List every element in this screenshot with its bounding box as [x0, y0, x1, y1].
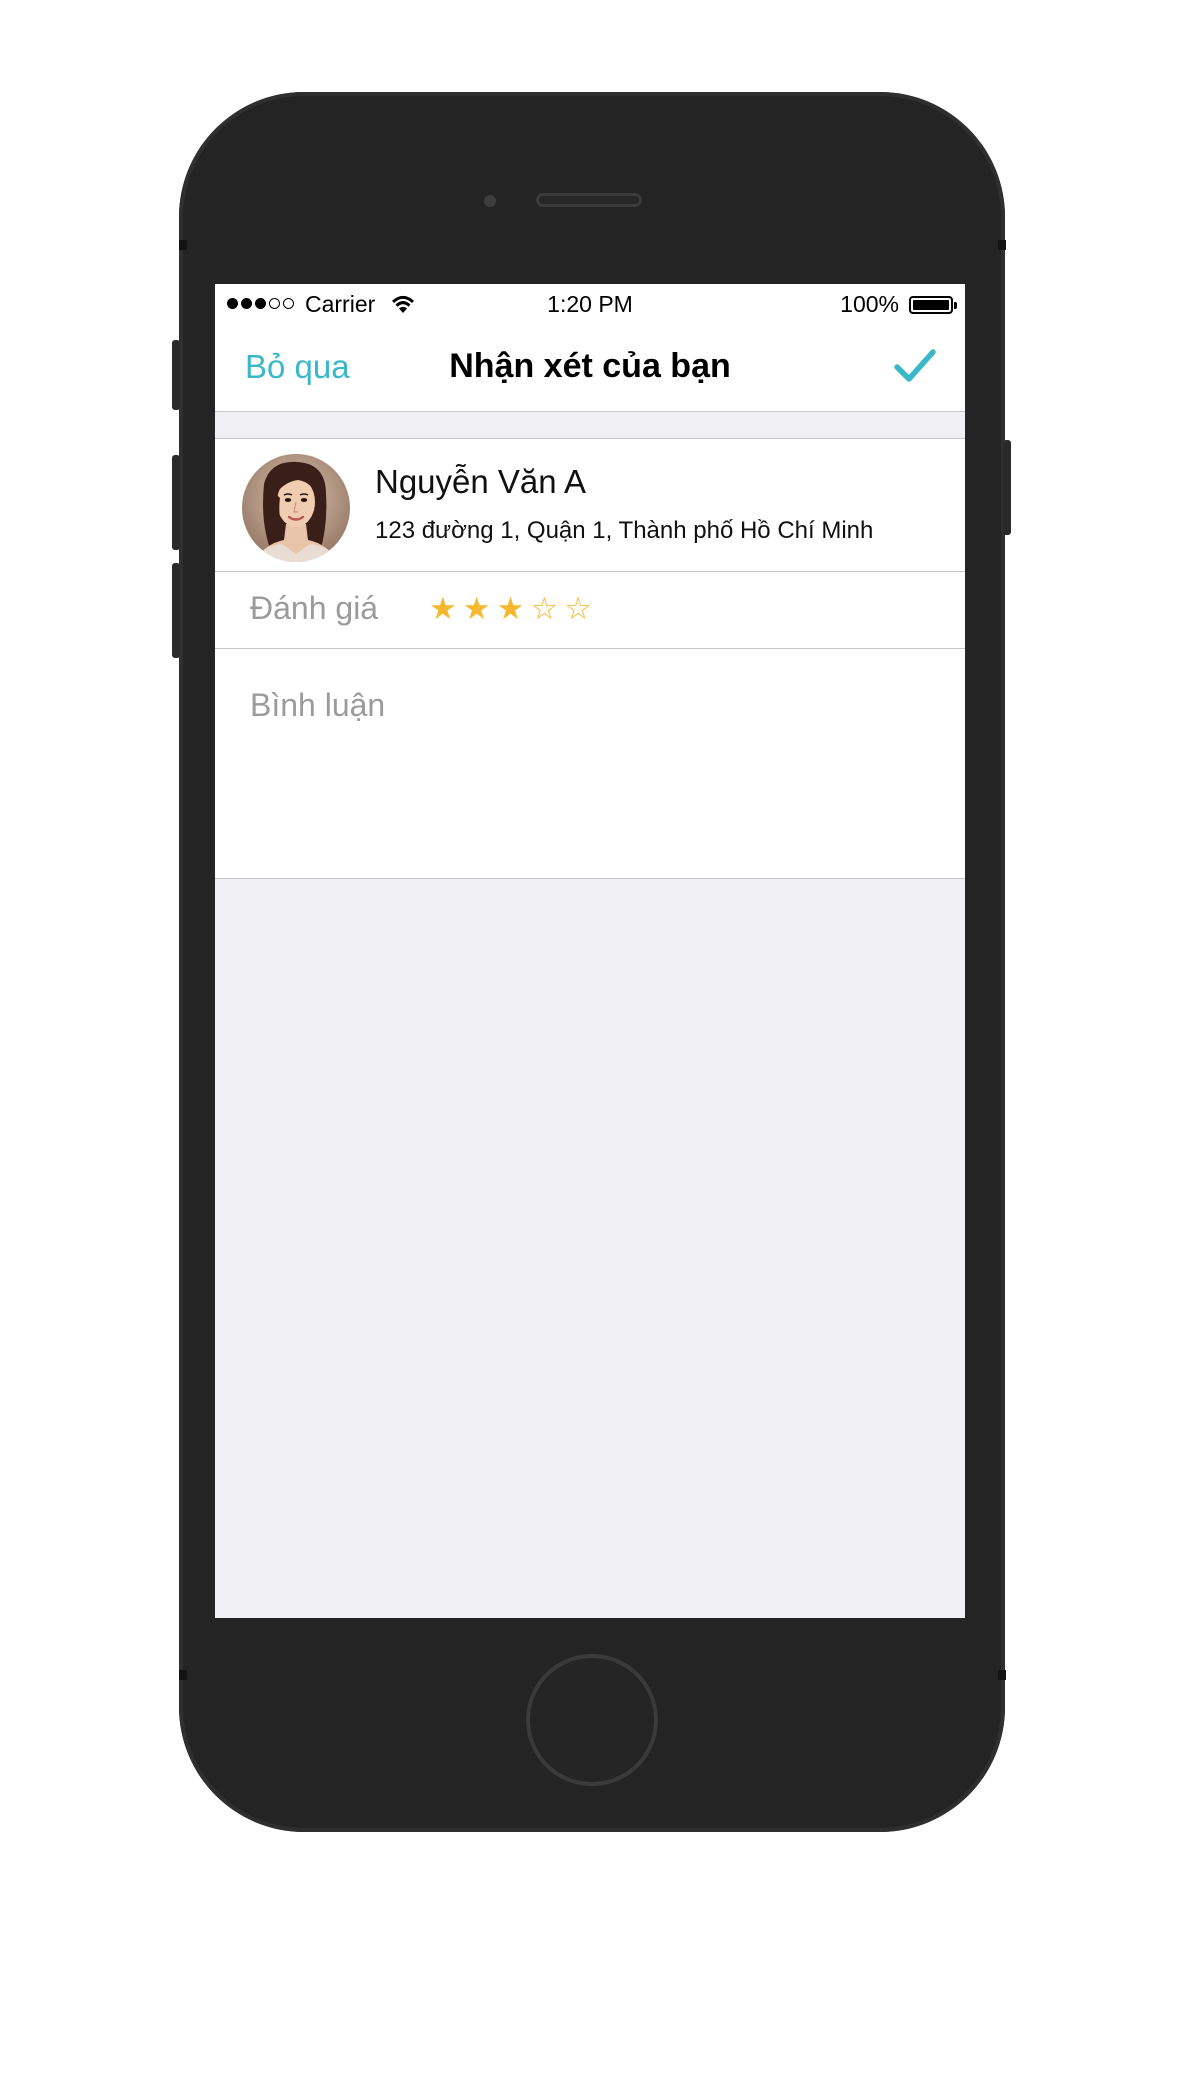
battery-percent: 100%: [840, 291, 899, 317]
antenna-line: [998, 240, 1006, 250]
earpiece-speaker: [536, 193, 642, 207]
home-button[interactable]: [526, 1654, 658, 1786]
star-empty-icon[interactable]: ☆: [530, 590, 558, 628]
status-bar: Carrier 1:20 PM 100%: [215, 284, 965, 324]
device-frame: Carrier 1:20 PM 100% Bỏ qua Nhận xét của…: [0, 0, 1181, 2093]
star-empty-icon[interactable]: ☆: [564, 590, 592, 628]
star-rating[interactable]: ★ ★ ★ ☆ ☆: [429, 590, 592, 628]
comment-row: [215, 649, 965, 879]
avatar: [242, 454, 350, 562]
star-filled-icon[interactable]: ★: [429, 590, 457, 628]
antenna-line: [179, 1670, 187, 1680]
profile-row: Nguyễn Văn A 123 đường 1, Quận 1, Thành …: [215, 439, 965, 572]
avatar-photo: [242, 454, 350, 562]
star-filled-icon[interactable]: ★: [497, 590, 525, 628]
volume-up-button: [172, 455, 180, 550]
volume-down-button: [172, 563, 180, 658]
antenna-line: [179, 240, 187, 250]
screen: Carrier 1:20 PM 100% Bỏ qua Nhận xét của…: [215, 284, 965, 1618]
comment-input[interactable]: [250, 687, 930, 857]
battery-level: [913, 300, 949, 310]
section-spacer: [215, 412, 965, 438]
star-filled-icon[interactable]: ★: [463, 590, 491, 628]
page-title: Nhận xét của bạn: [449, 347, 731, 385]
rating-row: Đánh giá ★ ★ ★ ☆ ☆: [215, 572, 965, 649]
front-camera: [484, 195, 496, 207]
profile-name: Nguyễn Văn A: [375, 463, 586, 500]
review-form: Nguyễn Văn A 123 đường 1, Quận 1, Thành …: [215, 438, 965, 879]
antenna-line: [998, 1670, 1006, 1680]
mute-switch: [172, 340, 180, 410]
battery-icon: [909, 296, 953, 314]
rating-label: Đánh giá: [250, 590, 379, 626]
checkmark-icon[interactable]: [893, 346, 937, 386]
profile-address: 123 đường 1, Quận 1, Thành phố Hồ Chí Mi…: [375, 517, 874, 544]
power-button: [1003, 440, 1011, 535]
battery-tip: [954, 302, 957, 309]
navigation-bar: Bỏ qua Nhận xét của bạn: [215, 324, 965, 412]
